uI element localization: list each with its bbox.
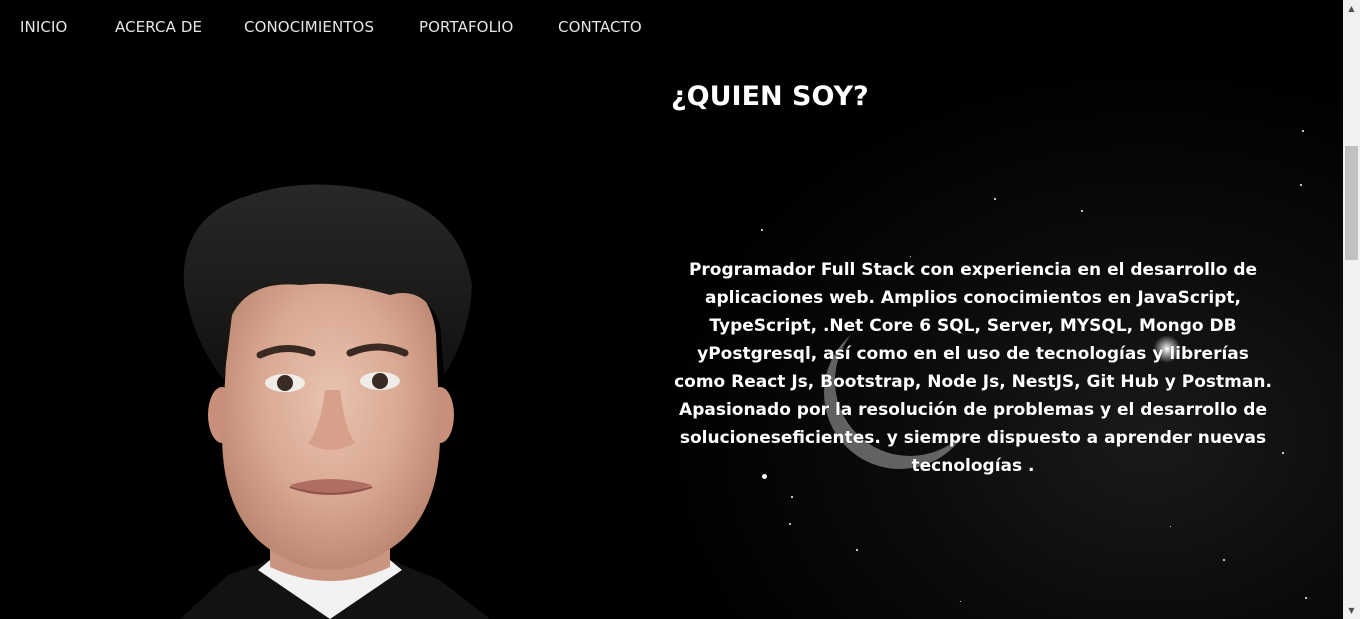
page: INICIO ACERCA DE CONOCIMIENTOS PORTAFOLI… (0, 0, 1360, 619)
navbar: INICIO ACERCA DE CONOCIMIENTOS PORTAFOLI… (0, 0, 1343, 56)
star (994, 198, 996, 200)
nav-portafolio[interactable]: PORTAFOLIO (419, 18, 513, 36)
star (1081, 210, 1083, 212)
star (789, 523, 791, 525)
star (960, 601, 961, 602)
star (1300, 184, 1302, 186)
profile-photo (180, 184, 490, 619)
star (761, 229, 763, 231)
star (1302, 130, 1304, 132)
vertical-scrollbar[interactable]: ▲ ▼ (1343, 0, 1360, 619)
nav-contacto[interactable]: CONTACTO (558, 18, 642, 36)
nav-inicio[interactable]: INICIO (20, 18, 67, 36)
star (1305, 597, 1307, 599)
nav-conocimientos[interactable]: CONOCIMIENTOS (244, 18, 374, 36)
star (1170, 526, 1171, 527)
scrollbar-thumb[interactable] (1345, 146, 1358, 260)
star (1282, 452, 1284, 454)
about-heading: ¿QUIEN SOY? (671, 81, 869, 112)
triangle-down-icon[interactable]: ▼ (1343, 602, 1360, 619)
star (791, 496, 793, 498)
star (856, 549, 858, 551)
star (1223, 559, 1225, 561)
about-description: Programador Full Stack con experiencia e… (674, 260, 1272, 476)
triangle-up-icon[interactable]: ▲ (1343, 0, 1360, 17)
nav-acerca-de[interactable]: ACERCA DE (115, 18, 202, 36)
